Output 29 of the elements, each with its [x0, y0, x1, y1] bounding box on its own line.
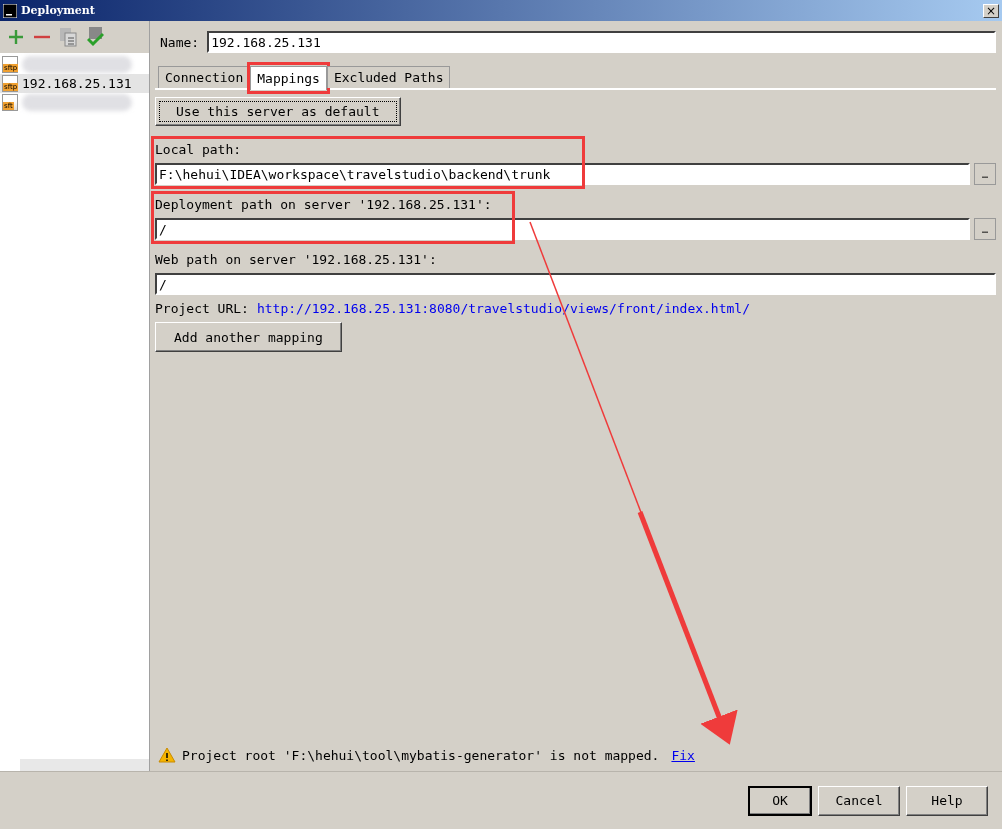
- field-label: Local path:: [155, 142, 243, 157]
- default-server-button[interactable]: Use this server as default: [155, 97, 401, 126]
- add-icon[interactable]: [8, 29, 24, 45]
- add-mapping-button[interactable]: Add another mapping: [155, 322, 342, 352]
- path-field[interactable]: F:\hehui\IDEA\workspace\travelstudio\backend\trunk: [155, 163, 970, 185]
- tab[interactable]: Mappings: [250, 66, 327, 90]
- tab[interactable]: Excluded Paths: [326, 66, 451, 88]
- name-field[interactable]: 192.168.25.131: [207, 31, 996, 53]
- dialog-button[interactable]: Help: [906, 785, 988, 816]
- server-name: 192.168.25.131: [22, 76, 132, 91]
- fix-link[interactable]: Fix: [671, 747, 695, 763]
- dialog-button[interactable]: Cancel: [818, 785, 900, 816]
- server-check-icon[interactable]: [87, 27, 104, 47]
- copy-icon[interactable]: [60, 27, 77, 47]
- warning-text: Project root 'F:\hehui\tool\mybatis-generator' is not mapped.: [182, 747, 660, 763]
- warning-icon: [158, 747, 176, 763]
- project-url-label: Project URL:: [155, 301, 249, 316]
- app-logo-icon: [3, 3, 17, 18]
- remove-icon[interactable]: [34, 35, 50, 39]
- window-title: Deployment: [21, 4, 96, 17]
- field-label: Web path on server '192.168.25.131':: [155, 252, 438, 267]
- field-label: Deployment path on server '192.168.25.131':: [155, 197, 493, 212]
- browse-button[interactable]: …: [974, 163, 996, 185]
- dialog-button[interactable]: OK: [748, 785, 812, 816]
- name-label: Name:: [160, 34, 200, 50]
- close-button[interactable]: ×: [983, 3, 999, 18]
- browse-button[interactable]: …: [974, 218, 996, 240]
- path-field[interactable]: /: [155, 218, 970, 240]
- path-field[interactable]: /: [155, 273, 996, 295]
